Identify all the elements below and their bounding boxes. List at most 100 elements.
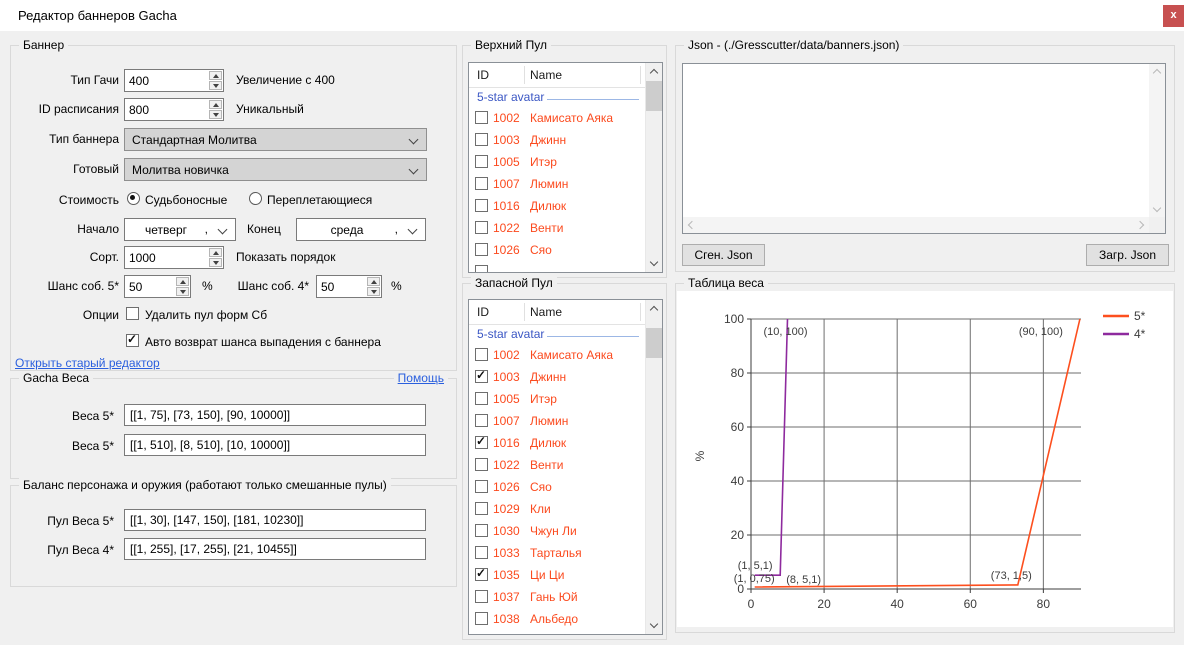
- pool-item-name: Джинн: [530, 370, 566, 384]
- pool-item-checkbox[interactable]: [475, 568, 488, 581]
- spin-down-button[interactable]: [209, 81, 222, 90]
- spin-down-button[interactable]: [209, 110, 222, 119]
- spin-up-button[interactable]: [209, 71, 222, 80]
- scroll-thumb[interactable]: [646, 81, 662, 111]
- prefab-combo[interactable]: Молитва новичка: [124, 158, 427, 181]
- scrollbar[interactable]: [645, 63, 662, 272]
- pool-item-row[interactable]: 1033Тарталья: [469, 542, 645, 564]
- spin-up-button[interactable]: [209, 100, 222, 109]
- start-day-value: четверг: [125, 223, 207, 237]
- pool-item-checkbox[interactable]: [475, 414, 488, 427]
- pool-item-checkbox[interactable]: [475, 348, 488, 361]
- end-day-combo[interactable]: среда ,: [296, 218, 426, 241]
- pool-item-id: 1007: [493, 177, 520, 191]
- schedule-id-spinner[interactable]: 800: [124, 98, 224, 121]
- pool-item-checkbox[interactable]: [475, 480, 488, 493]
- spin-down-button[interactable]: [176, 287, 189, 296]
- pool-item-checkbox[interactable]: [475, 392, 488, 405]
- gacha-type-spinner[interactable]: 400: [124, 69, 224, 92]
- pool-item-checkbox: [475, 265, 488, 273]
- pool-item-checkbox[interactable]: [475, 502, 488, 515]
- close-button[interactable]: x: [1163, 5, 1184, 27]
- help-link[interactable]: Помощь: [398, 371, 444, 385]
- pool-item-checkbox[interactable]: [475, 546, 488, 559]
- chart-annotation: (1, 5,1): [738, 560, 773, 572]
- scroll-up-icon[interactable]: [1153, 69, 1161, 77]
- pool-item-checkbox[interactable]: [475, 524, 488, 537]
- cost-intertwined-radio[interactable]: [249, 192, 262, 205]
- pool-item-row[interactable]: 1002Камисато Аяка: [469, 344, 645, 366]
- pool-item-row[interactable]: 1007Люмин: [469, 173, 645, 195]
- pool-item-row[interactable]: 1003Джинн: [469, 129, 645, 151]
- pool-item-row[interactable]: 1005Итэр: [469, 388, 645, 410]
- pool-item-checkbox[interactable]: [475, 243, 488, 256]
- banner-type-combo[interactable]: Стандартная Молитва: [124, 128, 427, 151]
- series-line-4*: [755, 319, 788, 575]
- remove-pool-checkbox[interactable]: [126, 307, 139, 320]
- pool-item-checkbox[interactable]: [475, 436, 488, 449]
- json-textarea[interactable]: [682, 63, 1166, 234]
- scrollbar[interactable]: [645, 300, 662, 634]
- spin-down-button[interactable]: [209, 258, 222, 267]
- reserve-pool-list[interactable]: ID Name 5-star avatar 1002Камисато Аяка1…: [468, 299, 663, 635]
- pool-item-checkbox[interactable]: [475, 612, 488, 625]
- pool-item-row[interactable]: 1016Дилюк: [469, 195, 645, 217]
- open-old-editor-link[interactable]: Открыть старый редактор: [15, 356, 160, 370]
- spin-down-button[interactable]: [367, 287, 380, 296]
- pool-item-row[interactable]: 1022Венти: [469, 454, 645, 476]
- chance5-spinner[interactable]: 50: [124, 275, 191, 298]
- scroll-thumb[interactable]: [646, 328, 662, 358]
- vertical-scrollbar[interactable]: [1149, 64, 1165, 217]
- pool-weights5-input[interactable]: [[1, 30], [147, 150], [181, 10230]]: [124, 509, 426, 531]
- generate-json-button[interactable]: Сген. Json: [682, 244, 765, 266]
- spin-up-button[interactable]: [209, 248, 222, 257]
- scroll-down-icon[interactable]: [650, 258, 658, 266]
- scroll-right-icon[interactable]: [1136, 221, 1144, 229]
- pool-item-checkbox[interactable]: [475, 111, 488, 124]
- start-day-combo[interactable]: четверг ,: [124, 218, 236, 241]
- pool-item-row[interactable]: 1037Гань Юй: [469, 586, 645, 608]
- sort-label: Сорт.: [11, 250, 119, 264]
- pool-item-checkbox[interactable]: [475, 133, 488, 146]
- scroll-down-icon[interactable]: [650, 620, 658, 628]
- scroll-down-icon[interactable]: [1153, 204, 1161, 212]
- pool-item-checkbox[interactable]: [475, 199, 488, 212]
- svg-text:80: 80: [1037, 597, 1051, 611]
- pool-item-row[interactable]: 1035Ци Ци: [469, 564, 645, 586]
- horizontal-scrollbar[interactable]: [683, 217, 1149, 233]
- pool-item-row[interactable]: 1002Камисато Аяка: [469, 107, 645, 129]
- pool-item-name: Ци Ци: [530, 568, 565, 582]
- pool-item-row[interactable]: 1030Чжун Ли: [469, 520, 645, 542]
- options-label: Опции: [11, 308, 119, 322]
- pool-item-row[interactable]: 1022Венти: [469, 217, 645, 239]
- chance4-spinner[interactable]: 50: [316, 275, 382, 298]
- weights5b-input[interactable]: [[1, 510], [8, 510], [10, 10000]]: [124, 434, 426, 456]
- pool-item-row[interactable]: 1016Дилюк: [469, 432, 645, 454]
- pool-item-checkbox[interactable]: [475, 590, 488, 603]
- pool-item-row[interactable]: 1029Кли: [469, 498, 645, 520]
- column-name: Name: [530, 68, 562, 82]
- sort-spinner[interactable]: 1000: [124, 246, 224, 269]
- pool-item-row[interactable]: 1005Итэр: [469, 151, 645, 173]
- pool-item-checkbox[interactable]: [475, 458, 488, 471]
- scroll-up-icon[interactable]: [650, 306, 658, 314]
- pool-weights4-input[interactable]: [[1, 255], [17, 255], [21, 10455]]: [124, 538, 426, 560]
- pool-item-row[interactable]: 1038Альбедо: [469, 608, 645, 630]
- spin-up-button[interactable]: [367, 277, 380, 286]
- spin-up-button[interactable]: [176, 277, 189, 286]
- pool-item-checkbox[interactable]: [475, 177, 488, 190]
- load-json-button[interactable]: Загр. Json: [1086, 244, 1169, 266]
- pool-item-checkbox[interactable]: [475, 221, 488, 234]
- pool-item-checkbox[interactable]: [475, 370, 488, 383]
- pool-item-checkbox[interactable]: [475, 155, 488, 168]
- pool-item-row[interactable]: 1007Люмин: [469, 410, 645, 432]
- weights5-input[interactable]: [[1, 75], [73, 150], [90, 10000]]: [124, 404, 426, 426]
- pool-item-row[interactable]: 1003Джинн: [469, 366, 645, 388]
- pool-item-row[interactable]: 1026Сяо: [469, 476, 645, 498]
- scroll-up-icon[interactable]: [650, 69, 658, 77]
- upper-pool-list[interactable]: ID Name 5-star avatar 1002Камисато Аяка1…: [468, 62, 663, 273]
- cost-fate-radio[interactable]: [127, 192, 140, 205]
- auto-return-checkbox[interactable]: [126, 334, 139, 347]
- pool-item-row[interactable]: 1026Сяо: [469, 239, 645, 261]
- scroll-left-icon[interactable]: [688, 221, 696, 229]
